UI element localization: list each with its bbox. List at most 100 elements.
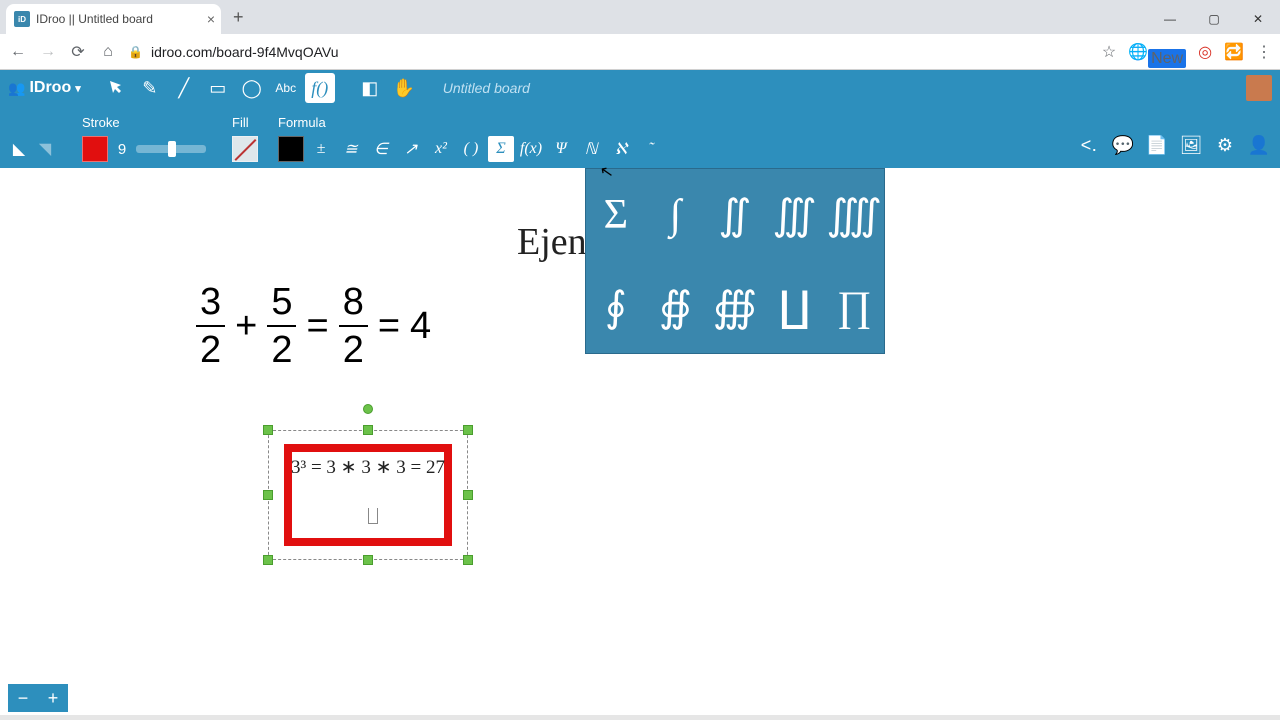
- lock-icon: 🔒: [128, 45, 143, 59]
- tab-close-icon[interactable]: ×: [207, 11, 215, 27]
- zoom-out-button[interactable]: −: [8, 684, 38, 712]
- window-maximize-icon[interactable]: ▢: [1192, 4, 1236, 34]
- formula-box[interactable]: 3³ = 3 ∗ 3 ∗ 3 = 27: [284, 444, 452, 546]
- fill-label: Fill: [232, 115, 258, 130]
- rotate-handle[interactable]: [363, 404, 373, 414]
- palette-quadruple-integral[interactable]: ⨌: [824, 169, 884, 261]
- formula-tilde[interactable]: ˜: [638, 136, 664, 162]
- text-caret: [368, 508, 378, 524]
- palette-triple-integral[interactable]: ∭: [765, 169, 825, 261]
- formula-power[interactable]: x²: [428, 136, 454, 162]
- palette-volume-integral[interactable]: ∰: [705, 261, 765, 353]
- stroke-group: Stroke 9: [82, 115, 206, 162]
- tool-text[interactable]: Abc: [271, 73, 301, 103]
- resize-handle-tr[interactable]: [463, 425, 473, 435]
- equation-fractions[interactable]: 32 + 52 = 82 = 4: [196, 283, 431, 369]
- nav-home-icon[interactable]: ⌂: [98, 43, 118, 61]
- app-logo[interactable]: IDroo▾: [8, 79, 81, 97]
- chat-icon[interactable]: 💬: [1110, 132, 1136, 158]
- new-tab-button[interactable]: +: [233, 7, 244, 28]
- tool-rect[interactable]: ▭: [203, 73, 233, 103]
- browser-tab[interactable]: iD IDroo || Untitled board ×: [6, 4, 221, 34]
- window-controls: — ▢ ✕: [1148, 4, 1280, 34]
- toolbar-right: <․ 💬 📄 🖼 ⚙ 👤: [1076, 132, 1272, 162]
- formula-color-swatch[interactable]: [278, 136, 304, 162]
- tool-ellipse[interactable]: ◯: [237, 73, 267, 103]
- nav-reload-icon[interactable]: ⟳: [68, 42, 88, 62]
- tab-title: IDroo || Untitled board: [36, 12, 153, 26]
- fill-color-swatch[interactable]: [232, 136, 258, 162]
- formula-aleph[interactable]: ℵ: [608, 136, 634, 162]
- redo-icon[interactable]: ◥: [34, 138, 56, 160]
- app-toolbar: IDroo▾ ✎ ╱ ▭ ◯ Abc f() ◧ ✋ Untitled boar…: [0, 70, 1280, 106]
- palette-product[interactable]: ∏: [824, 261, 884, 353]
- formula-parens[interactable]: ( ): [458, 136, 484, 162]
- formula-arrow[interactable]: ↗: [398, 136, 424, 162]
- participants-icon[interactable]: 👤: [1246, 132, 1272, 158]
- palette-contour-integral[interactable]: ∮: [586, 261, 646, 353]
- resize-handle-ml[interactable]: [263, 490, 273, 500]
- nav-back-icon[interactable]: ←: [8, 43, 28, 61]
- formula-congruent[interactable]: ≅: [338, 136, 364, 162]
- properties-toolbar: ◣ ◥ Stroke 9 Fill Formula ± ≅ ∈ ↗ x² ( )…: [0, 106, 1280, 168]
- resize-handle-bl[interactable]: [263, 555, 273, 565]
- formula-natural[interactable]: ℕ: [578, 136, 604, 162]
- formula-sigma[interactable]: Σ: [488, 136, 514, 162]
- window-close-icon[interactable]: ✕: [1236, 4, 1280, 34]
- palette-integral[interactable]: ∫: [646, 169, 706, 261]
- sigma-palette: Σ ∫ ∬ ∭ ⨌ ∮ ∯ ∰ ∐ ∏: [585, 168, 885, 354]
- stroke-color-swatch[interactable]: [82, 136, 108, 162]
- extension-shield-icon[interactable]: ◎: [1198, 42, 1212, 62]
- window-minimize-icon[interactable]: —: [1148, 4, 1192, 34]
- formula-fx[interactable]: f(x): [518, 136, 544, 162]
- stroke-label: Stroke: [82, 115, 206, 130]
- formula-elementof[interactable]: ∈: [368, 136, 394, 162]
- formula-plusminus[interactable]: ±: [308, 136, 334, 162]
- palette-surface-integral[interactable]: ∯: [646, 261, 706, 353]
- resize-handle-bm[interactable]: [363, 555, 373, 565]
- image-icon[interactable]: 🖼: [1178, 132, 1204, 158]
- tool-line[interactable]: ╱: [169, 73, 199, 103]
- share-icon[interactable]: <․: [1076, 132, 1102, 158]
- resize-handle-tl[interactable]: [263, 425, 273, 435]
- palette-double-integral[interactable]: ∬: [705, 169, 765, 261]
- canvas[interactable]: Ejen 32 + 52 = 82 = 4 3³ = 3 ∗ 3 ∗ 3 = 2…: [0, 168, 1280, 720]
- extension-sync-icon[interactable]: 🔁: [1224, 42, 1244, 62]
- url-field[interactable]: 🔒 idroo.com/board-9f4MvqOAVu: [128, 44, 1092, 60]
- stroke-width-slider[interactable]: [136, 145, 206, 153]
- browser-menu-icon[interactable]: ⋮: [1256, 42, 1272, 62]
- resize-handle-br[interactable]: [463, 555, 473, 565]
- tool-pointer[interactable]: [101, 73, 131, 103]
- formula-label: Formula: [278, 115, 664, 130]
- nav-forward-icon[interactable]: →: [38, 43, 58, 61]
- formula-psi[interactable]: Ψ: [548, 136, 574, 162]
- settings-icon[interactable]: ⚙: [1212, 132, 1238, 158]
- tool-pan[interactable]: ✋: [389, 73, 419, 103]
- resize-handle-tm[interactable]: [363, 425, 373, 435]
- palette-coproduct[interactable]: ∐: [765, 261, 825, 353]
- browser-address-bar: ← → ⟳ ⌂ 🔒 idroo.com/board-9f4MvqOAVu ☆ 🌐…: [0, 34, 1280, 70]
- browser-actions: ☆ 🌐New ◎ 🔁 ⋮: [1102, 42, 1272, 62]
- zoom-in-button[interactable]: +: [38, 684, 68, 712]
- bookmark-icon[interactable]: ☆: [1102, 42, 1116, 62]
- resize-handle-mr[interactable]: [463, 490, 473, 500]
- undo-icon[interactable]: ◣: [8, 138, 30, 160]
- tool-eraser[interactable]: ◧: [355, 73, 385, 103]
- extension-translate-icon[interactable]: 🌐New: [1128, 42, 1186, 62]
- tool-formula[interactable]: f(): [305, 73, 335, 103]
- zoom-controls: − +: [8, 684, 68, 712]
- board-title[interactable]: Untitled board: [443, 80, 530, 96]
- browser-tab-strip: iD IDroo || Untitled board × + — ▢ ✕: [0, 0, 1280, 34]
- palette-sigma[interactable]: Σ: [586, 169, 646, 261]
- fill-group: Fill: [232, 115, 258, 162]
- canvas-heading: Ejen: [517, 220, 587, 264]
- stroke-width-value: 9: [114, 141, 130, 158]
- tool-pen[interactable]: ✎: [135, 73, 165, 103]
- user-avatar[interactable]: [1246, 75, 1272, 101]
- url-text: idroo.com/board-9f4MvqOAVu: [151, 44, 339, 60]
- scrollbar-horizontal[interactable]: [0, 715, 1280, 720]
- formula-expression: 3³ = 3 ∗ 3 ∗ 3 = 27: [291, 456, 445, 479]
- document-icon[interactable]: 📄: [1144, 132, 1170, 158]
- selected-object[interactable]: 3³ = 3 ∗ 3 ∗ 3 = 27: [268, 430, 468, 560]
- favicon-icon: iD: [14, 11, 30, 27]
